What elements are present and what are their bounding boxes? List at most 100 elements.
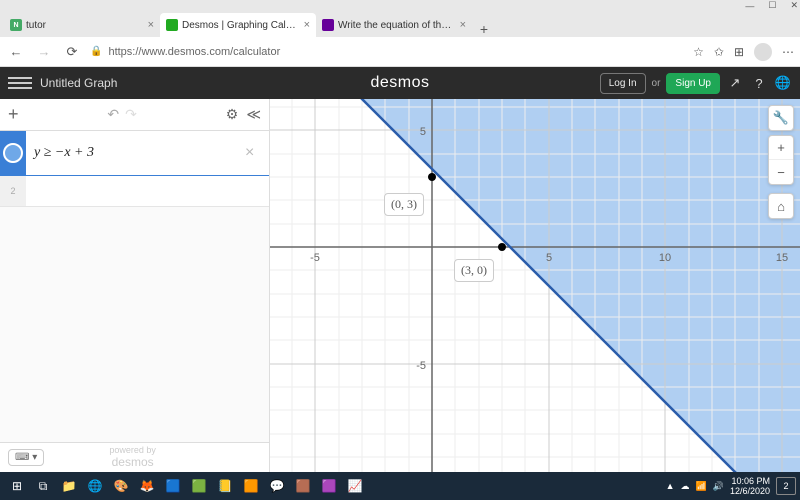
- window-controls: — ☐ ✕: [0, 0, 800, 11]
- taskbar-app-icon[interactable]: 🟧: [238, 474, 264, 498]
- tray-volume-icon[interactable]: 🔊: [713, 481, 724, 492]
- favorite-icon[interactable]: ✩: [714, 45, 724, 59]
- point-3-0: [498, 243, 506, 251]
- taskbar-app-icon[interactable]: 🟪: [316, 474, 342, 498]
- point-0-3: [428, 173, 436, 181]
- forward-button[interactable]: →: [34, 44, 54, 59]
- back-button[interactable]: ←: [6, 44, 26, 59]
- taskbar-app-icon[interactable]: 🟩: [186, 474, 212, 498]
- expression-footer: ⌨ ▾ powered by desmos: [0, 442, 269, 472]
- taskbar-app-icon[interactable]: 🟫: [290, 474, 316, 498]
- tray-overflow-icon[interactable]: ▲: [666, 481, 675, 491]
- addr-actions: ☆ ✩ ⊞ ⋯: [693, 43, 794, 61]
- settings-icon[interactable]: ⚙: [226, 106, 239, 123]
- favicon-yahoo: [322, 19, 334, 31]
- add-expression-button[interactable]: +: [8, 104, 19, 125]
- windows-taskbar: ⊞ ⧉ 📁 🌐 🎨 🦊 🟦 🟩 📒 🟧 💬 🟫 🟪 📈 ▲ ☁ 📶 🔊 10:0…: [0, 472, 800, 500]
- point-label: (0, 3): [384, 193, 424, 216]
- login-button[interactable]: Log In: [600, 73, 646, 94]
- desmos-logo: desmos: [370, 74, 429, 92]
- graph-canvas[interactable]: -5 5 10 15 5 -5 -10 (0, 3) (3, 0) 🔧 + − …: [270, 99, 800, 472]
- redo-button[interactable]: ↷: [125, 106, 137, 123]
- wrench-icon: 🔧: [769, 106, 793, 130]
- notification-center[interactable]: 2: [776, 477, 796, 495]
- maximize-button[interactable]: ☐: [768, 0, 776, 11]
- tab-close-icon[interactable]: ×: [148, 19, 154, 31]
- browser-tab-active[interactable]: Desmos | Graphing Calculator ×: [160, 13, 316, 37]
- url-text: https://www.desmos.com/calculator: [108, 46, 280, 58]
- point-label: (3, 0): [454, 259, 494, 282]
- help-icon[interactable]: ?: [750, 76, 768, 91]
- profile-avatar[interactable]: [754, 43, 772, 61]
- browser-tab[interactable]: Write the equation of the trigon ×: [316, 13, 472, 37]
- keyboard-toggle[interactable]: ⌨ ▾: [8, 449, 44, 466]
- collections-icon[interactable]: ⊞: [734, 45, 744, 59]
- taskbar-app-icon[interactable]: 💬: [264, 474, 290, 498]
- share-icon[interactable]: ↗: [726, 75, 744, 91]
- browser-tabs: N tutor × Desmos | Graphing Calculator ×…: [0, 11, 800, 37]
- minimize-button[interactable]: —: [745, 1, 754, 11]
- main-area: + ↶ ↷ ⚙ ≪ y ≥ −x + 3 × 2 ⌨ ▾: [0, 99, 800, 472]
- graph-settings-button[interactable]: 🔧: [768, 105, 794, 131]
- tray-wifi-icon[interactable]: 📶: [696, 481, 707, 492]
- svg-text:15: 15: [776, 252, 788, 264]
- tray-weather-icon[interactable]: ☁: [681, 481, 690, 492]
- tab-title: tutor: [26, 20, 144, 31]
- expression-input[interactable]: y ≥ −x + 3: [26, 145, 245, 161]
- undo-button[interactable]: ↶: [107, 106, 119, 123]
- taskbar-clock[interactable]: 10:06 PM 12/6/2020: [730, 476, 770, 497]
- favicon-desmos: [166, 19, 178, 31]
- zoom-in-button[interactable]: +: [769, 136, 793, 160]
- svg-text:10: 10: [659, 252, 671, 264]
- tab-close-icon[interactable]: ×: [304, 19, 310, 31]
- signup-button[interactable]: Sign Up: [666, 73, 720, 94]
- taskbar-app-icon[interactable]: 📁: [56, 474, 82, 498]
- home-icon: ⌂: [769, 194, 793, 218]
- zoom-out-button[interactable]: −: [769, 160, 793, 184]
- tab-title: Desmos | Graphing Calculator: [182, 20, 300, 31]
- powered-by: powered by desmos: [109, 446, 156, 469]
- browser-tab[interactable]: N tutor ×: [4, 13, 160, 37]
- more-icon[interactable]: ⋯: [782, 45, 794, 59]
- task-view-icon[interactable]: ⧉: [30, 474, 56, 498]
- reader-icon[interactable]: ☆: [693, 45, 704, 59]
- refresh-button[interactable]: ⟳: [62, 44, 82, 60]
- shaded-region: [362, 99, 800, 472]
- expression-toolbar: + ↶ ↷ ⚙ ≪: [0, 99, 269, 131]
- taskbar-app-icon[interactable]: 🌐: [82, 474, 108, 498]
- expression-row[interactable]: y ≥ −x + 3 ×: [0, 131, 269, 176]
- new-tab-button[interactable]: +: [472, 21, 496, 37]
- or-text: or: [652, 78, 661, 89]
- favicon-tutor: N: [10, 19, 22, 31]
- language-icon[interactable]: 🌐: [774, 75, 792, 91]
- expression-index: 2: [0, 176, 26, 206]
- svg-text:-5: -5: [310, 252, 320, 264]
- address-bar: ← → ⟳ 🔒 https://www.desmos.com/calculato…: [0, 37, 800, 67]
- graph-svg: -5 5 10 15 5 -5 -10: [270, 99, 800, 472]
- desmos-header: Untitled Graph desmos Log In or Sign Up …: [0, 67, 800, 99]
- start-button[interactable]: ⊞: [4, 474, 30, 498]
- expression-color-badge[interactable]: [0, 131, 26, 175]
- url-input[interactable]: 🔒 https://www.desmos.com/calculator: [90, 46, 685, 58]
- close-window-button[interactable]: ✕: [790, 0, 798, 11]
- lock-icon: 🔒: [90, 46, 102, 57]
- taskbar-app-icon[interactable]: 🟦: [160, 474, 186, 498]
- zoom-controls: + −: [768, 135, 794, 185]
- svg-text:5: 5: [546, 252, 552, 264]
- expression-row-empty[interactable]: 2: [0, 176, 269, 207]
- expression-panel: + ↶ ↷ ⚙ ≪ y ≥ −x + 3 × 2 ⌨ ▾: [0, 99, 270, 472]
- expression-list: y ≥ −x + 3 × 2: [0, 131, 269, 442]
- taskbar-app-icon[interactable]: 🦊: [134, 474, 160, 498]
- collapse-panel-icon[interactable]: ≪: [246, 106, 261, 123]
- svg-text:5: 5: [420, 126, 426, 138]
- tab-title: Write the equation of the trigon: [338, 20, 456, 31]
- home-button[interactable]: ⌂: [768, 193, 794, 219]
- taskbar-app-icon[interactable]: 📒: [212, 474, 238, 498]
- graph-title[interactable]: Untitled Graph: [40, 76, 117, 90]
- svg-text:-5: -5: [416, 360, 426, 372]
- delete-expression-icon[interactable]: ×: [245, 144, 269, 162]
- taskbar-app-icon[interactable]: 📈: [342, 474, 368, 498]
- tab-close-icon[interactable]: ×: [460, 19, 466, 31]
- hamburger-icon[interactable]: [8, 77, 32, 89]
- taskbar-app-icon[interactable]: 🎨: [108, 474, 134, 498]
